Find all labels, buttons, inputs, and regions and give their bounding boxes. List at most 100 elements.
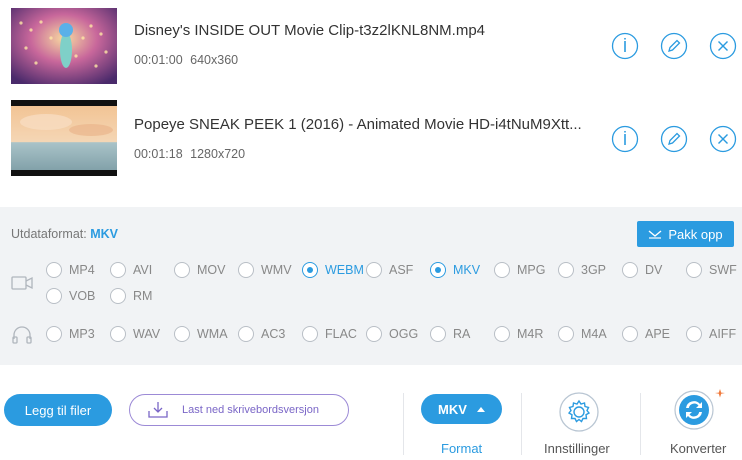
format-option-label: AIFF [709,327,737,341]
radio-button[interactable] [558,262,574,278]
radio-button[interactable] [302,326,318,342]
radio-button[interactable] [366,262,382,278]
format-option-ra[interactable]: RA [430,324,470,344]
radio-button[interactable] [558,326,574,342]
format-option-dv[interactable]: DV [622,260,662,280]
radio-button[interactable] [366,326,382,342]
radio-button[interactable] [46,326,62,342]
format-option-mpg[interactable]: MPG [494,260,545,280]
pencil-icon[interactable] [660,125,688,153]
format-option-wmv[interactable]: WMV [238,260,292,280]
format-option-ape[interactable]: APE [622,324,670,344]
format-option-label: AC3 [261,327,286,341]
format-option-mp4[interactable]: MP4 [46,260,95,280]
radio-button[interactable] [174,326,190,342]
format-panel: Utdataformat: MKV Pakk opp MP4 AVI MOV WMV W… [0,207,742,365]
file-duration: 00:01:18 [134,147,183,161]
format-option-label: RA [453,327,471,341]
format-option-wav[interactable]: WAV [110,324,160,344]
format-option-label: MP3 [69,327,95,341]
format-option-ac3[interactable]: AC3 [238,324,285,344]
format-option-label: ASF [389,263,414,277]
video-icon [11,275,33,296]
bottom-toolbar: Legg til filer Last ned skrivebordsversj… [0,365,742,460]
pencil-icon[interactable] [660,32,688,60]
format-option-webm[interactable]: WEBM [302,260,364,280]
format-option-vob[interactable]: VOB [46,286,95,306]
format-option-ogg[interactable]: OGG [366,324,418,344]
convert-icon[interactable] [670,385,728,440]
radio-button[interactable] [430,262,446,278]
output-format-label: Utdataformat: MKV [11,227,118,241]
file-list: Disney's INSIDE OUT Movie Clip-t3z2lKNL8… [0,0,742,207]
format-option-label: RM [133,289,153,303]
close-icon[interactable] [709,125,737,153]
radio-button[interactable] [46,262,62,278]
format-select[interactable]: MKV [421,394,502,424]
format-option-avi[interactable]: AVI [110,260,152,280]
unpack-button[interactable]: Pakk opp [637,221,734,247]
file-row: Disney's INSIDE OUT Movie Clip-t3z2lKNL8… [0,0,742,92]
headphones-icon [11,325,33,350]
radio-button[interactable] [110,262,126,278]
info-icon[interactable] [611,125,639,153]
file-resolution: 1280x720 [190,147,246,161]
format-option-label: SWF [709,263,737,277]
format-label[interactable]: Format [441,441,482,456]
file-name: Popeye SNEAK PEEK 1 (2016) - Animated Mo… [134,116,582,133]
radio-button[interactable] [110,288,126,304]
format-option-swf[interactable]: SWF [686,260,737,280]
format-option-label: WMA [197,327,228,341]
radio-button[interactable] [174,262,190,278]
radio-button[interactable] [494,262,510,278]
file-duration: 00:01:00 [134,53,183,67]
radio-button[interactable] [110,326,126,342]
format-option-flac[interactable]: FLAC [302,324,357,344]
format-option-label: M4R [517,327,544,341]
settings-icon[interactable] [558,391,600,438]
radio-button[interactable] [430,326,446,342]
format-option-mkv[interactable]: MKV [430,260,480,280]
radio-button[interactable] [686,326,702,342]
radio-button[interactable] [686,262,702,278]
format-option-asf[interactable]: ASF [366,260,413,280]
close-icon[interactable] [709,32,737,60]
format-option-label: OGG [389,327,419,341]
radio-button[interactable] [302,262,318,278]
format-option-label: MPG [517,263,546,277]
radio-button[interactable] [622,262,638,278]
radio-button[interactable] [494,326,510,342]
format-option-mp3[interactable]: MP3 [46,324,95,344]
format-option-label: WAV [133,327,161,341]
radio-button[interactable] [622,326,638,342]
file-row: Popeye SNEAK PEEK 1 (2016) - Animated Mo… [0,92,742,184]
format-option-3gp[interactable]: 3GP [558,260,606,280]
collapse-icon [648,230,662,239]
radio-button[interactable] [46,288,62,304]
radio-button[interactable] [238,326,254,342]
convert-label[interactable]: Konverter [670,441,726,456]
file-meta: 00:01:00 640x360 [134,53,238,67]
format-option-rm[interactable]: RM [110,286,152,306]
format-select-value: MKV [438,401,467,417]
video-thumbnail [11,100,117,176]
format-option-m4r[interactable]: M4R [494,324,543,344]
caret-up-icon [476,406,485,412]
format-option-label: WEBM [325,263,364,277]
output-format-caption: Utdataformat: [11,227,87,241]
radio-button[interactable] [238,262,254,278]
format-option-wma[interactable]: WMA [174,324,228,344]
output-format-value: MKV [90,227,118,241]
info-icon[interactable] [611,32,639,60]
download-desktop-button[interactable]: Last ned skrivebordsversjon [129,394,349,426]
format-option-mov[interactable]: MOV [174,260,225,280]
settings-label[interactable]: Innstillinger [544,441,610,456]
add-files-button[interactable]: Legg til filer [4,394,112,426]
file-resolution: 640x360 [190,53,239,67]
file-meta: 00:01:18 1280x720 [134,147,245,161]
format-option-label: MOV [197,263,226,277]
download-desktop-label: Last ned skrivebordsversjon [182,404,319,416]
format-option-label: MP4 [69,263,95,277]
format-option-m4a[interactable]: M4A [558,324,607,344]
format-option-aiff[interactable]: AIFF [686,324,736,344]
